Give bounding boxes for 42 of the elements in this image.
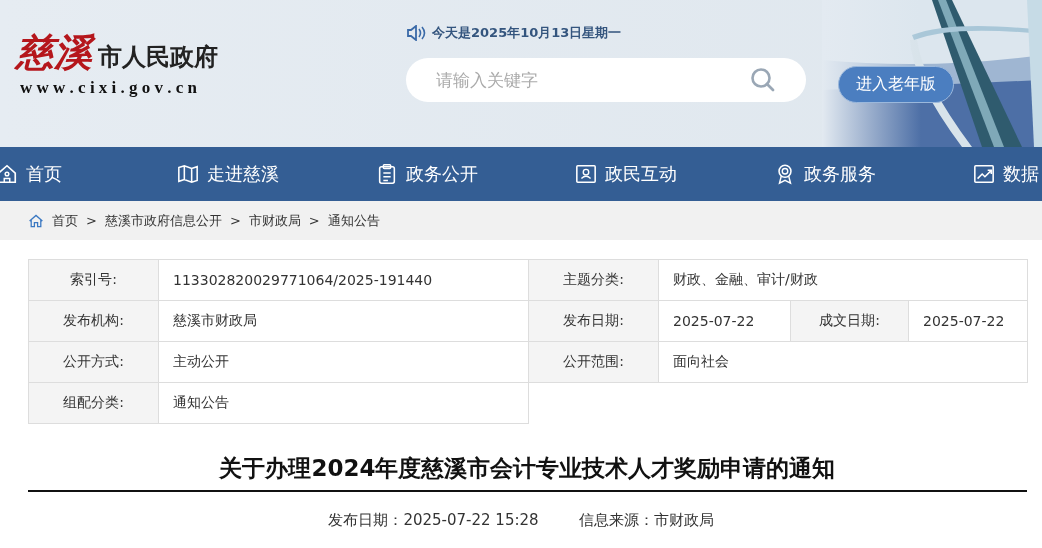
nav-item[interactable]: 首页	[0, 147, 177, 201]
field-label: 发布日期:	[529, 301, 659, 342]
site-url: w w w . c i x i . g o v . c n	[20, 78, 199, 98]
field-label: 成文日期:	[791, 301, 909, 342]
publish-date: 发布日期：2025-07-22 15:28	[328, 510, 539, 530]
field-value: 2025-07-22	[909, 301, 1028, 342]
breadcrumb-link[interactable]: 市财政局	[248, 211, 301, 230]
field-value: 主动公开	[159, 342, 529, 383]
breadcrumb-separator: >	[229, 213, 241, 228]
nav-item[interactable]: 政务服务	[774, 147, 973, 201]
field-value: 113302820029771064/2025-191440	[159, 260, 529, 301]
info-source: 信息来源：市财政局	[578, 510, 714, 530]
search-icon[interactable]	[750, 67, 776, 93]
nav-item[interactable]: 走进慈溪	[177, 147, 376, 201]
article-title: 关于办理2024年度慈溪市会计专业技术人才奖励申请的通知	[28, 452, 1027, 492]
breadcrumb-link[interactable]: 通知公告	[327, 211, 380, 230]
contact-card-icon	[575, 163, 597, 185]
nav-item[interactable]: 政民互动	[575, 147, 774, 201]
field-value: 慈溪市财政局	[159, 301, 529, 342]
breadcrumb-separator: >	[86, 213, 97, 228]
field-value: 通知公告	[159, 383, 529, 424]
logo-title: 市人民政府	[98, 42, 218, 73]
field-label: 发布机构:	[29, 301, 159, 342]
date-text: 今天是2025年10月13日星期一	[432, 24, 622, 42]
map-icon	[177, 163, 199, 185]
speaker-icon[interactable]	[406, 25, 426, 41]
nav-item[interactable]: 数据	[973, 147, 1042, 201]
field-label: 公开范围:	[529, 342, 659, 383]
elder-mode-button[interactable]: 进入老年版	[838, 66, 954, 103]
search-field[interactable]: 请输入关键字	[406, 58, 806, 102]
breadcrumb-link[interactable]: 慈溪市政府信息公开	[104, 211, 222, 230]
home-icon	[0, 163, 18, 185]
field-label: 主题分类:	[529, 260, 659, 301]
chart-icon	[973, 163, 995, 185]
breadcrumb-link[interactable]: 首页	[52, 211, 78, 230]
breadcrumb-separator: >	[308, 213, 320, 228]
field-label: 索引号:	[29, 260, 159, 301]
clipboard-icon	[376, 163, 398, 185]
nav-item[interactable]: 政务公开	[376, 147, 575, 201]
home-icon[interactable]	[28, 212, 44, 229]
field-label: 公开方式:	[29, 342, 159, 383]
field-label: 组配分类:	[29, 383, 159, 424]
